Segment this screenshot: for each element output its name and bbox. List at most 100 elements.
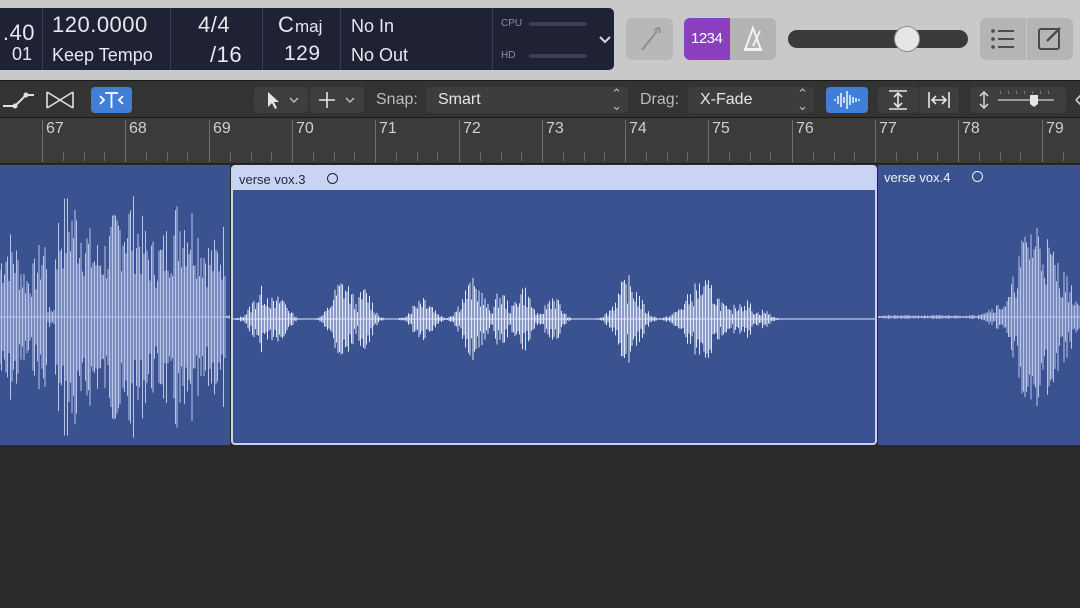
snap-value: Smart <box>438 91 481 108</box>
beat-tick <box>334 152 335 161</box>
bar-tick <box>875 120 876 162</box>
bar-tick <box>792 120 793 162</box>
bar-number: 78 <box>962 120 980 137</box>
left-click-tool-menu[interactable] <box>254 87 308 113</box>
audio-region-selected[interactable]: verse vox.3 <box>231 165 877 445</box>
cpu-label: CPU <box>501 18 523 29</box>
bar-tick <box>292 120 293 162</box>
lcd-key-value: 129 <box>284 42 321 65</box>
bar-number: 71 <box>379 120 397 137</box>
up-down-chevron-icon: ⌃ ⌄ <box>797 86 808 113</box>
catch-playhead-button[interactable] <box>91 87 132 113</box>
lcd-display[interactable]: .40 01 120.0000 Keep Tempo 4/4 /16 C maj… <box>0 8 614 70</box>
snap-label: Snap: <box>376 91 418 108</box>
note-pad-button[interactable] <box>1027 18 1073 60</box>
beat-tick <box>604 152 605 161</box>
waveform-zoom-button[interactable] <box>826 87 868 113</box>
loop-icon[interactable] <box>972 171 983 182</box>
automation-button[interactable] <box>0 87 38 113</box>
beat-tick <box>187 152 188 161</box>
bar-number: 67 <box>46 120 64 137</box>
beat-tick <box>354 152 355 161</box>
bar-ruler[interactable]: 67 68 69 70 71 72 73 74 75 76 77 78 79 <box>0 118 1080 164</box>
hd-label: HD <box>501 50 516 61</box>
beat-tick <box>563 152 564 161</box>
audio-region[interactable]: verse vox.4 <box>878 165 1080 445</box>
beat-tick <box>917 152 918 161</box>
bar-tick <box>125 120 126 162</box>
beat-tick <box>687 152 688 161</box>
lcd-signature[interactable]: 4/4 /16 <box>170 8 262 70</box>
flex-icon <box>46 91 74 109</box>
up-down-chevron-icon: ⌃ ⌄ <box>611 86 622 113</box>
beat-tick <box>813 152 814 161</box>
list-icon <box>991 29 1014 49</box>
lcd-load-meters[interactable]: CPU HD <box>492 8 592 70</box>
horizontal-zoom-button[interactable] <box>919 87 959 113</box>
beat-tick <box>271 152 272 161</box>
arrow-left-icon[interactable] <box>1070 87 1080 113</box>
bar-number: 72 <box>463 120 481 137</box>
track-height-zoom-control[interactable] <box>970 87 1066 113</box>
flex-button[interactable] <box>42 87 78 113</box>
command-click-tool-menu[interactable] <box>310 87 364 113</box>
beat-tick <box>230 152 231 161</box>
hd-meter <box>529 54 587 58</box>
region-name: verse vox.3 <box>239 172 306 187</box>
beat-tick <box>667 152 668 161</box>
snap-select[interactable]: Smart ⌃ ⌄ <box>426 87 628 113</box>
audio-region[interactable] <box>0 165 230 445</box>
tracks-area[interactable]: verse vox.3 verse vox.4 <box>0 164 1080 608</box>
horizontal-zoom-icon <box>928 92 950 108</box>
beat-tick <box>417 152 418 161</box>
metronome-button[interactable] <box>730 18 776 60</box>
bar-tick <box>958 120 959 162</box>
lcd-key[interactable]: C maj 129 <box>262 8 340 70</box>
bar-number: 74 <box>629 120 647 137</box>
count-in-button[interactable]: 1234 <box>684 18 730 60</box>
vertical-zoom-button[interactable] <box>878 87 918 113</box>
beat-tick <box>63 152 64 161</box>
chevron-down-icon[interactable] <box>596 30 614 48</box>
drag-value: X-Fade <box>700 91 753 108</box>
metronome-icon <box>743 25 763 51</box>
beat-tick <box>770 152 771 161</box>
region-waveform <box>233 275 875 363</box>
lcd-tempo[interactable]: 120.0000 Keep Tempo <box>42 8 170 70</box>
lcd-midi[interactable]: No In No Out <box>340 8 492 70</box>
region-waveform <box>878 227 1080 407</box>
region-header[interactable]: verse vox.4 <box>878 165 1080 188</box>
beat-tick <box>167 152 168 161</box>
beat-tick <box>1063 152 1064 161</box>
bar-number: 77 <box>879 120 897 137</box>
master-volume-slider[interactable] <box>788 26 968 52</box>
beat-tick <box>834 152 835 161</box>
master-volume-knob[interactable] <box>894 26 920 52</box>
note-pad-icon <box>1038 27 1061 50</box>
bar-number: 69 <box>213 120 231 137</box>
beat-tick <box>896 152 897 161</box>
beat-tick <box>729 152 730 161</box>
beat-tick <box>521 152 522 161</box>
region-header[interactable]: verse vox.3 <box>233 167 875 190</box>
lcd-position-beat: 01 <box>11 44 32 64</box>
list-editors-button[interactable] <box>980 18 1026 60</box>
bar-tick <box>375 120 376 162</box>
beat-tick <box>750 152 751 161</box>
automation-curve-icon <box>3 92 34 109</box>
beat-tick <box>104 152 105 161</box>
beat-tick <box>854 152 855 161</box>
vertical-zoom-icon <box>889 90 907 110</box>
waveform-zoom-icon <box>834 91 860 109</box>
lcd-position[interactable]: .40 01 <box>0 8 42 70</box>
tuner-button[interactable] <box>626 18 673 60</box>
bar-tick <box>459 120 460 162</box>
bar-number: 79 <box>1046 120 1064 137</box>
drag-select[interactable]: X-Fade ⌃ ⌄ <box>688 87 814 113</box>
beat-tick <box>480 152 481 161</box>
loop-icon[interactable] <box>327 173 338 184</box>
lcd-division: /16 <box>210 42 243 67</box>
bar-tick <box>42 120 43 162</box>
bar-number: 75 <box>712 120 730 137</box>
beat-tick <box>937 152 938 161</box>
